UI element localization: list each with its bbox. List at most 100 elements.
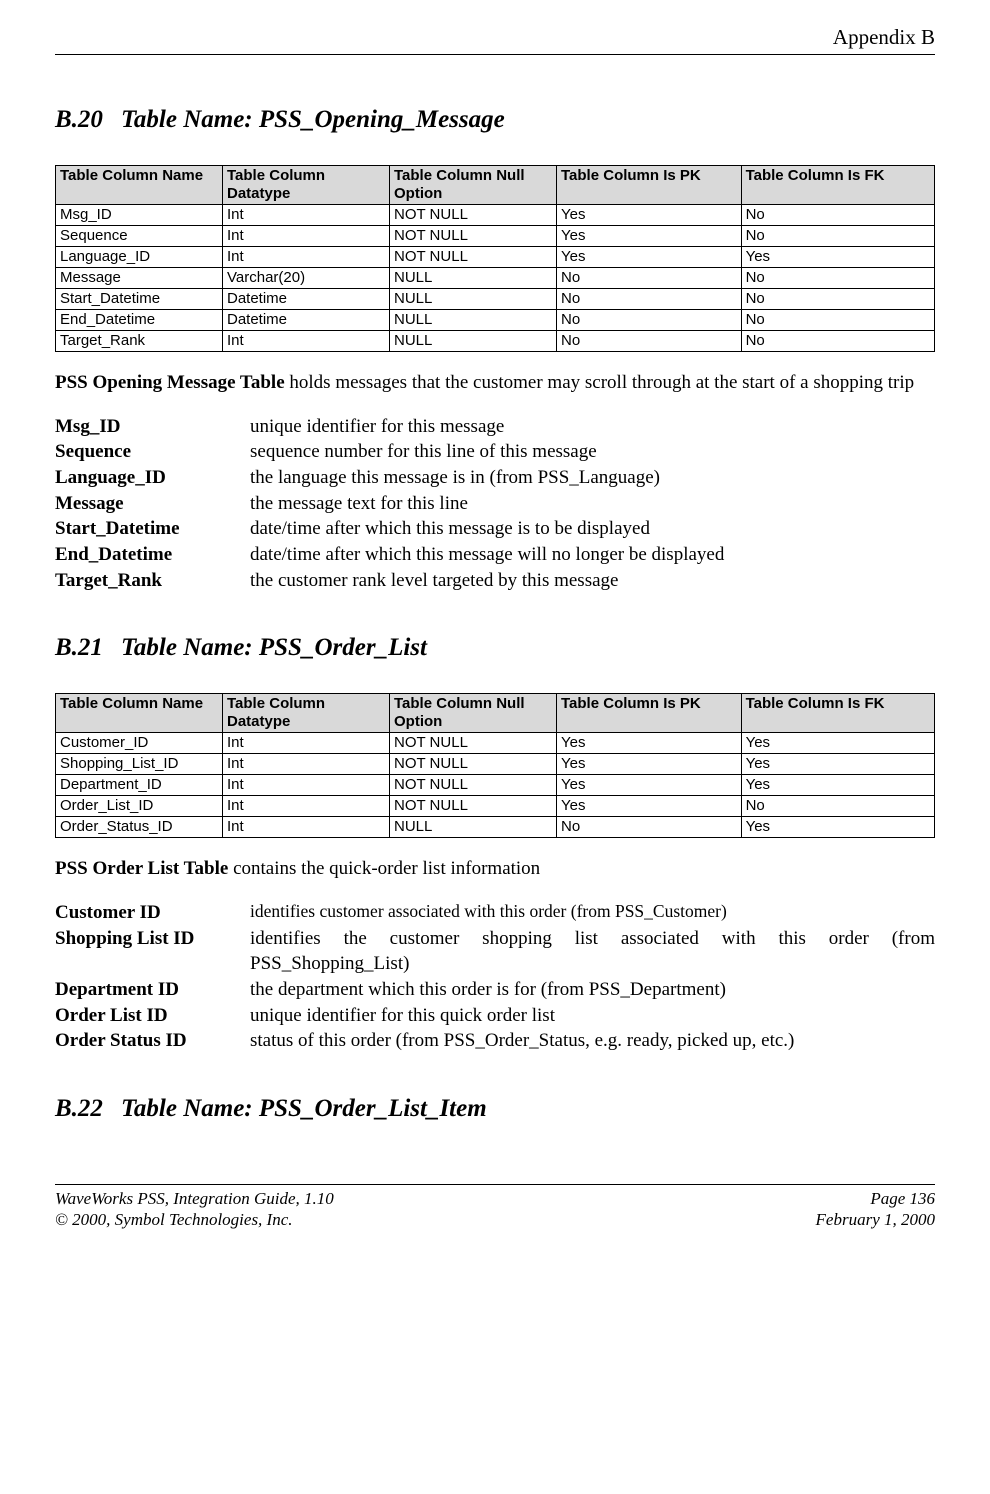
table-header-row: Table Column Name Table Column Datatype … xyxy=(56,166,935,205)
table-cell: NOT NULL xyxy=(390,754,557,775)
field-row: Department IDthe department which this o… xyxy=(55,977,935,1003)
field-row: Msg_IDunique identifier for this message xyxy=(55,414,935,440)
th-column-name: Table Column Name xyxy=(56,694,223,733)
table-cell: No xyxy=(741,268,934,289)
table-cell: NOT NULL xyxy=(390,247,557,268)
field-row: Order Status IDstatus of this order (fro… xyxy=(55,1028,935,1054)
section-title: Table Name: PSS_Order_List_Item xyxy=(121,1095,487,1122)
footer-copyright: © 2000, Symbol Technologies, Inc. xyxy=(55,1209,293,1230)
table-cell: Message xyxy=(56,268,223,289)
table-cell: Yes xyxy=(557,754,742,775)
footer-date: February 1, 2000 xyxy=(816,1209,935,1230)
table-cell: Department_ID xyxy=(56,775,223,796)
th-column-name: Table Column Name xyxy=(56,166,223,205)
table-cell: Int xyxy=(223,226,390,247)
field-term: Department ID xyxy=(55,977,250,1003)
table-cell: Language_ID xyxy=(56,247,223,268)
table-cell: Order_List_ID xyxy=(56,796,223,817)
table-description-b21: PSS Order List Table contains the quick-… xyxy=(55,856,935,882)
table-cell: Yes xyxy=(557,205,742,226)
field-row: Language_IDthe language this message is … xyxy=(55,465,935,491)
desc-lead: PSS Opening Message Table xyxy=(55,372,285,393)
field-term: Language_ID xyxy=(55,465,250,491)
th-is-pk: Table Column Is PK xyxy=(557,166,742,205)
field-row: Start_Datetimedate/time after which this… xyxy=(55,516,935,542)
desc-rest: contains the quick-order list informatio… xyxy=(228,858,540,879)
table-cell: Shopping_List_ID xyxy=(56,754,223,775)
field-definition: the message text for this line xyxy=(250,491,935,517)
field-row: Target_Rankthe customer rank level targe… xyxy=(55,568,935,594)
table-cell: No xyxy=(557,817,742,838)
field-term: Sequence xyxy=(55,439,250,465)
table-cell: NULL xyxy=(390,817,557,838)
field-row: Order List IDunique identifier for this … xyxy=(55,1003,935,1029)
table-cell: Datetime xyxy=(223,289,390,310)
table-cell: No xyxy=(557,331,742,352)
field-row: Shopping List IDidentifies the customer … xyxy=(55,926,935,977)
table-cell: Yes xyxy=(741,817,934,838)
table-cell: Int xyxy=(223,331,390,352)
desc-lead: PSS Order List Table xyxy=(55,858,228,879)
th-null-option: Table Column Null Option xyxy=(390,166,557,205)
table-cell: NOT NULL xyxy=(390,796,557,817)
field-definition: sequence number for this line of this me… xyxy=(250,439,935,465)
section-number: B.21 xyxy=(55,633,103,663)
table-cell: No xyxy=(741,289,934,310)
table-cell: NOT NULL xyxy=(390,226,557,247)
table-row: End_DatetimeDatetimeNULLNoNo xyxy=(56,310,935,331)
table-row: Start_DatetimeDatetimeNULLNoNo xyxy=(56,289,935,310)
field-definition: the department which this order is for (… xyxy=(250,977,935,1003)
table-row: Language_IDIntNOT NULLYesYes xyxy=(56,247,935,268)
table-cell: Msg_ID xyxy=(56,205,223,226)
table-row: Msg_IDIntNOT NULLYesNo xyxy=(56,205,935,226)
table-cell: NOT NULL xyxy=(390,733,557,754)
th-datatype: Table Column Datatype xyxy=(223,166,390,205)
table-row: Target_RankIntNULLNoNo xyxy=(56,331,935,352)
table-cell: No xyxy=(741,310,934,331)
table-cell: Int xyxy=(223,775,390,796)
field-definition: status of this order (from PSS_Order_Sta… xyxy=(250,1028,935,1054)
field-definition: date/time after which this message will … xyxy=(250,542,935,568)
field-list-b20: Msg_IDunique identifier for this message… xyxy=(55,414,935,593)
th-is-pk: Table Column Is PK xyxy=(557,694,742,733)
field-term: Target_Rank xyxy=(55,568,250,594)
th-null-option: Table Column Null Option xyxy=(390,694,557,733)
field-definition: the customer rank level targeted by this… xyxy=(250,568,935,594)
table-cell: Yes xyxy=(557,247,742,268)
field-term: Order Status ID xyxy=(55,1028,250,1054)
table-cell: NULL xyxy=(390,268,557,289)
footer-rule xyxy=(55,1184,935,1185)
table-header-row: Table Column Name Table Column Datatype … xyxy=(56,694,935,733)
field-definition: unique identifier for this message xyxy=(250,414,935,440)
table-cell: Yes xyxy=(557,226,742,247)
table-cell: Order_Status_ID xyxy=(56,817,223,838)
section-title: Table Name: PSS_Opening_Message xyxy=(121,106,505,133)
table-cell: Yes xyxy=(741,775,934,796)
table-cell: Customer_ID xyxy=(56,733,223,754)
table-cell: Sequence xyxy=(56,226,223,247)
field-term: Start_Datetime xyxy=(55,516,250,542)
table-cell: Int xyxy=(223,205,390,226)
table-cell: NULL xyxy=(390,310,557,331)
table-cell: Yes xyxy=(741,733,934,754)
section-heading-b20: B.20 Table Name: PSS_Opening_Message xyxy=(55,105,935,135)
table-cell: NULL xyxy=(390,331,557,352)
field-row: Sequencesequence number for this line of… xyxy=(55,439,935,465)
table-cell: No xyxy=(741,226,934,247)
th-is-fk: Table Column Is FK xyxy=(741,694,934,733)
footer-doc-title: WaveWorks PSS, Integration Guide, 1.10 xyxy=(55,1188,334,1209)
table-row: SequenceIntNOT NULLYesNo xyxy=(56,226,935,247)
table-cell: Target_Rank xyxy=(56,331,223,352)
page-header-appendix: Appendix B xyxy=(55,25,935,50)
table-cell: Yes xyxy=(741,754,934,775)
field-term: Msg_ID xyxy=(55,414,250,440)
table-cell: End_Datetime xyxy=(56,310,223,331)
field-term: Shopping List ID xyxy=(55,926,250,977)
table-row: Order_List_IDIntNOT NULLYesNo xyxy=(56,796,935,817)
table-b21: Table Column Name Table Column Datatype … xyxy=(55,693,935,838)
table-b20: Table Column Name Table Column Datatype … xyxy=(55,165,935,352)
table-cell: No xyxy=(741,796,934,817)
header-rule xyxy=(55,54,935,55)
section-number: B.20 xyxy=(55,105,103,135)
table-cell: Int xyxy=(223,733,390,754)
